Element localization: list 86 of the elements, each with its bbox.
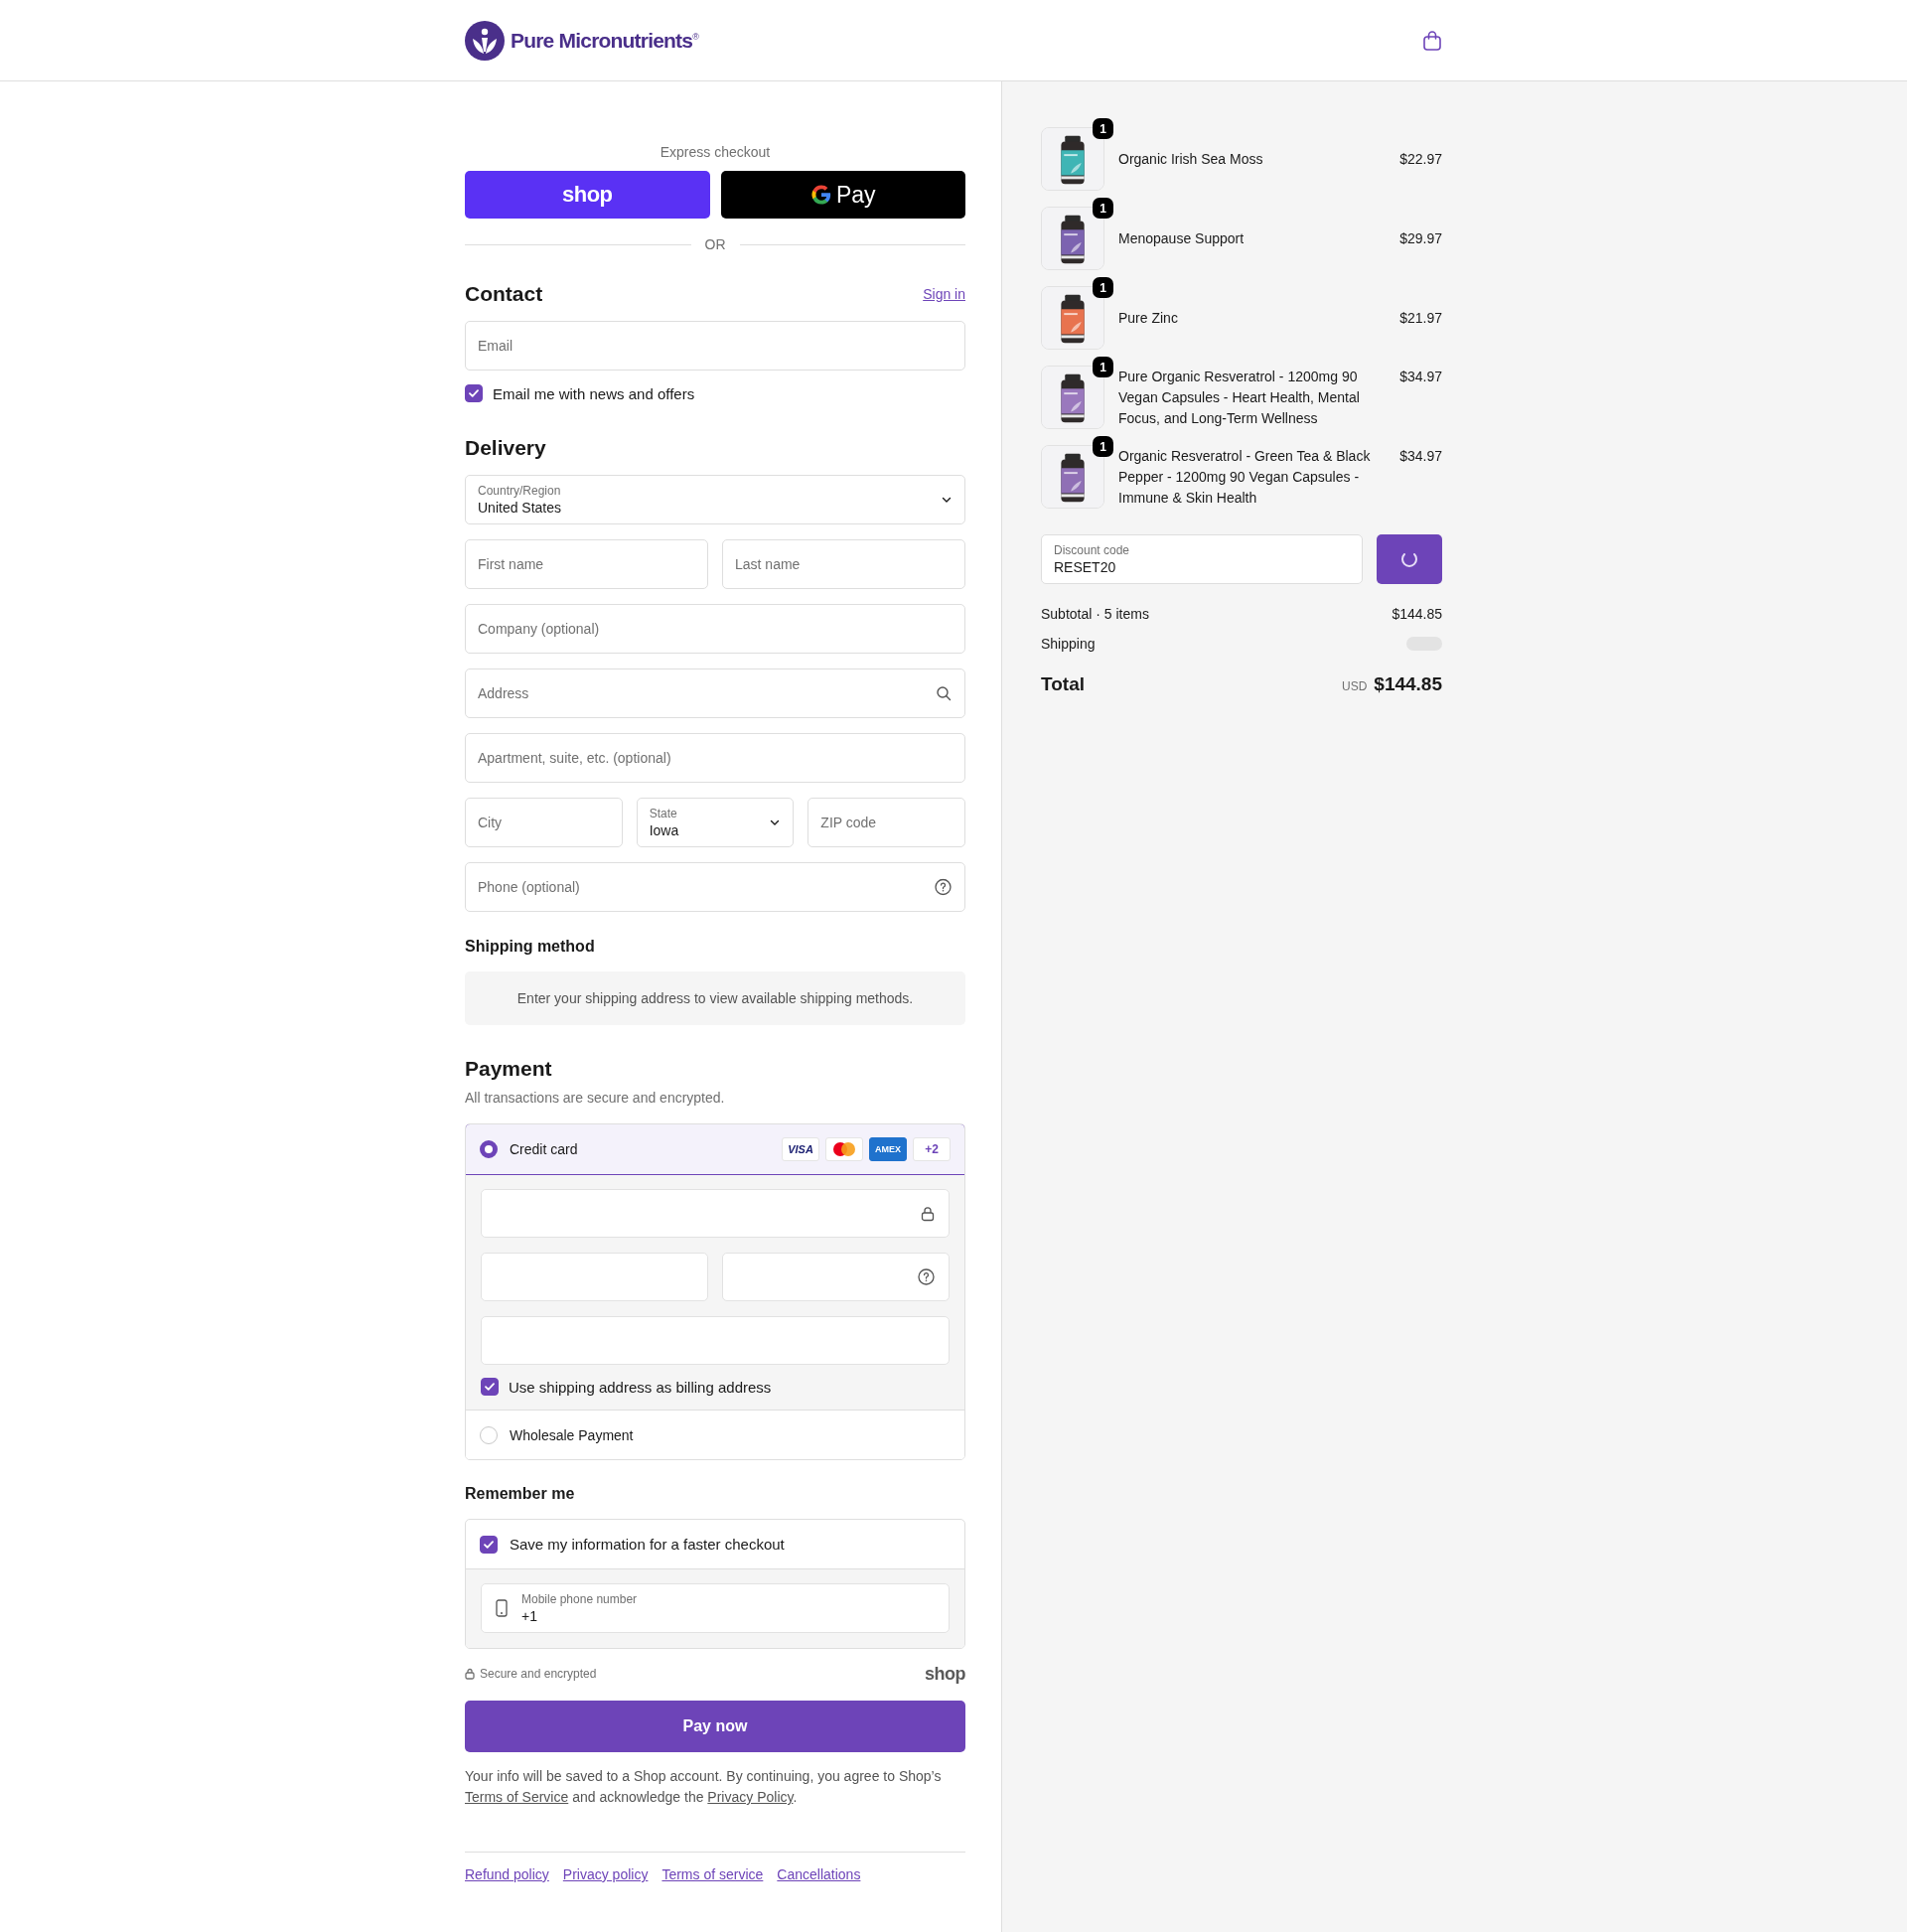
section-title: Delivery bbox=[465, 435, 547, 461]
visa-logo: VISA bbox=[782, 1137, 819, 1161]
phone-field[interactable]: Mobile phone number +1 bbox=[481, 1583, 950, 1633]
checkbox-label: Email me with news and offers bbox=[493, 384, 695, 402]
g-logo-icon bbox=[809, 184, 832, 206]
payment-subtitle: All transactions are secure and encrypted. bbox=[465, 1089, 726, 1107]
subtotal-label: Subtotal · 5 items bbox=[1041, 606, 1149, 622]
product-price: $21.97 bbox=[1399, 308, 1442, 328]
text-field[interactable]: City bbox=[465, 798, 623, 847]
divider-label: OR bbox=[704, 236, 726, 252]
lock-icon bbox=[921, 1205, 935, 1222]
text-field[interactable]: Last name bbox=[722, 539, 965, 589]
footer-link[interactable]: Terms of service bbox=[661, 1866, 764, 1882]
checkmark-icon bbox=[485, 1383, 495, 1391]
discount-field[interactable]: Discount code RESET20 bbox=[1041, 534, 1363, 584]
shopping-bag-icon[interactable] bbox=[1422, 29, 1442, 52]
radio-button[interactable] bbox=[480, 1140, 498, 1158]
phone-icon bbox=[496, 1599, 508, 1617]
quantity-badge: 1 bbox=[1093, 198, 1113, 219]
name-on-card-field[interactable] bbox=[481, 1316, 950, 1365]
apply-button[interactable] bbox=[1377, 534, 1442, 584]
checkbox[interactable] bbox=[465, 384, 483, 402]
footer-link[interactable]: Privacy policy bbox=[562, 1866, 649, 1882]
checkbox[interactable] bbox=[480, 1535, 498, 1554]
shop-logo: shop bbox=[925, 1663, 965, 1685]
secure-note: Secure and encrypted bbox=[480, 1667, 597, 1681]
product-price: $34.97 bbox=[1399, 367, 1442, 386]
quantity-badge: 1 bbox=[1093, 277, 1113, 298]
product-name: Menopause Support bbox=[1118, 228, 1246, 248]
legal-notice: Your info will be saved to a Shop account. By continuing, you agree to Shop’s Terms of Service and acknowledge the Privacy Policy. bbox=[465, 1767, 943, 1807]
express-checkout-label: Express checkout bbox=[660, 144, 771, 161]
footer-link[interactable]: Refund policy bbox=[465, 1866, 549, 1882]
security-code-field[interactable] bbox=[722, 1253, 950, 1301]
mastercard-logo bbox=[825, 1137, 863, 1161]
payment-option[interactable]: Credit card VISA AMEX +2 bbox=[466, 1124, 964, 1175]
more-cards-badge: +2 bbox=[913, 1137, 951, 1161]
card-number-field[interactable] bbox=[481, 1189, 950, 1238]
search-icon bbox=[936, 685, 952, 701]
product-name: Organic Irish Sea Moss bbox=[1118, 149, 1264, 169]
product-name: Organic Resveratrol - Green Tea & Black Pepper - 1200mg 90 Vegan Capsules - Immune & Skin Health bbox=[1118, 446, 1372, 508]
quantity-badge: 1 bbox=[1093, 436, 1113, 457]
shipping-notice: Enter your shipping address to view available shipping methods. bbox=[465, 971, 965, 1025]
pay-now-button[interactable]: Pay now bbox=[465, 1701, 965, 1752]
select-field[interactable]: State Iowa bbox=[636, 798, 795, 847]
checkmark-icon bbox=[484, 1540, 494, 1549]
total-label: Total bbox=[1041, 673, 1085, 695]
brand-name[interactable]: Pure Micronutrients$^{®}$ bbox=[511, 28, 698, 53]
checkbox[interactable] bbox=[481, 1378, 499, 1396]
quantity-badge: 1 bbox=[1093, 118, 1113, 139]
text-field[interactable]: Company (optional) bbox=[465, 604, 965, 654]
section-title: Shipping method bbox=[465, 937, 596, 957]
text-field[interactable]: Phone (optional) bbox=[465, 862, 965, 912]
shop-pay-button[interactable]: shop bbox=[465, 171, 710, 219]
product-name: Pure Organic Resveratrol - 1200mg 90 Vegan Capsules - Heart Health, Mental Focus, and Long-Term Wellness bbox=[1118, 367, 1361, 428]
amex-logo: AMEX bbox=[869, 1137, 907, 1161]
section-title: Payment bbox=[465, 1056, 553, 1082]
text-field[interactable]: Apartment, suite, etc. (optional) bbox=[465, 733, 965, 783]
section-title: Contact bbox=[465, 281, 543, 307]
lock-icon bbox=[465, 1668, 475, 1680]
checkbox-label: Use shipping address as billing address bbox=[509, 1378, 772, 1396]
product-price: $34.97 bbox=[1399, 446, 1442, 466]
select-field[interactable]: Country/Region United States bbox=[465, 475, 965, 524]
text-field[interactable]: First name bbox=[465, 539, 708, 589]
product-price: $29.97 bbox=[1399, 228, 1442, 248]
text-field[interactable]: Address bbox=[465, 669, 965, 718]
quantity-badge: 1 bbox=[1093, 357, 1113, 377]
subtotal-value: $144.85 bbox=[1392, 606, 1442, 622]
total-value: $144.85 bbox=[1374, 673, 1442, 695]
help-icon[interactable] bbox=[918, 1268, 935, 1285]
currency-label: USD bbox=[1341, 679, 1368, 693]
footer-link[interactable]: Cancellations bbox=[777, 1866, 861, 1882]
section-title: Remember me bbox=[465, 1484, 576, 1504]
shipping-label: Shipping bbox=[1041, 636, 1096, 652]
legal-link[interactable]: Terms of Service bbox=[465, 1789, 569, 1805]
sign-in-link[interactable]: Sign in bbox=[923, 286, 965, 302]
text-field[interactable]: ZIP code bbox=[807, 798, 965, 847]
email-field[interactable]: Email bbox=[465, 321, 965, 371]
checkbox-label: Save my information for a faster checkout bbox=[510, 1536, 785, 1553]
payment-option[interactable]: Wholesale Payment bbox=[466, 1410, 964, 1459]
product-name: Pure Zinc bbox=[1118, 308, 1179, 328]
help-icon[interactable] bbox=[935, 878, 952, 896]
expiry-field[interactable] bbox=[481, 1253, 708, 1301]
logo-icon[interactable] bbox=[465, 20, 505, 61]
product-price: $22.97 bbox=[1399, 149, 1442, 169]
checkmark-icon bbox=[469, 389, 479, 397]
google-pay-button[interactable]: Pay bbox=[720, 171, 965, 219]
